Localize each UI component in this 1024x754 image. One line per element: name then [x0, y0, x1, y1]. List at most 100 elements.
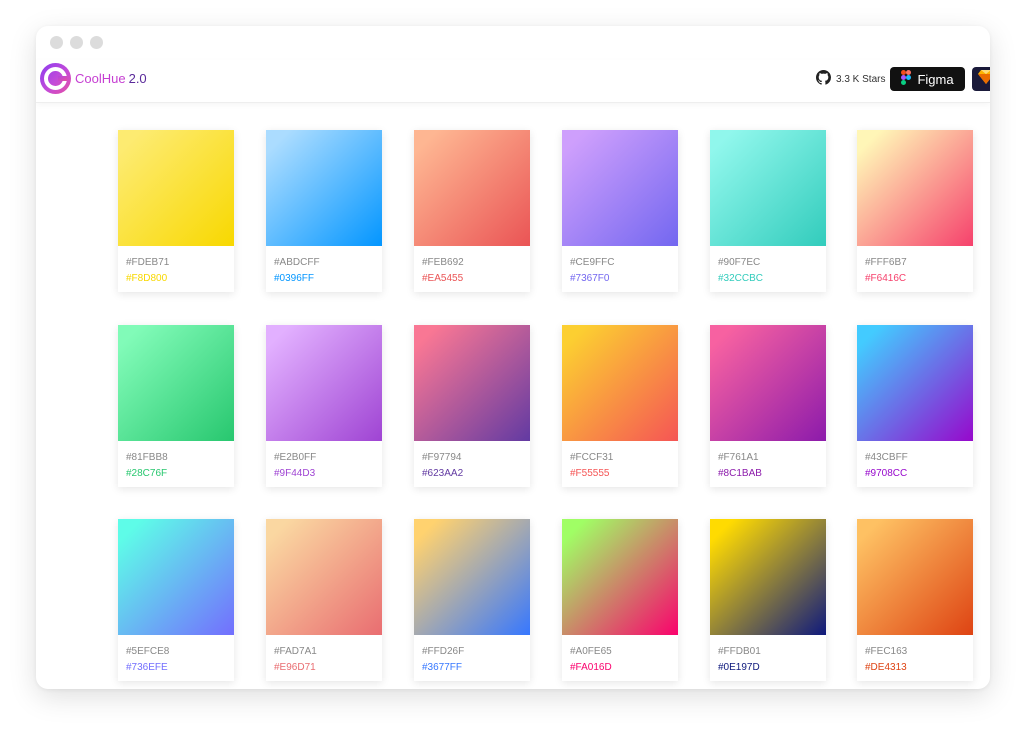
- gradient-codes: #FFDB01 #0E197D: [710, 635, 826, 676]
- gradient-to-code[interactable]: #8C1BAB: [718, 466, 826, 482]
- gradient-card[interactable]: #FCCF31 #F55555: [562, 325, 678, 487]
- gradient-codes: #E2B0FF #9F44D3: [266, 441, 382, 482]
- gradient-card[interactable]: #E2B0FF #9F44D3: [266, 325, 382, 487]
- window-controls: [50, 36, 103, 49]
- gradient-card[interactable]: #5EFCE8 #736EFE: [118, 519, 234, 681]
- gradient-from-code[interactable]: #FFDB01: [718, 644, 826, 660]
- gradient-from-code[interactable]: #E2B0FF: [274, 450, 382, 466]
- gradient-card[interactable]: #F97794 #623AA2: [414, 325, 530, 487]
- gradient-to-code[interactable]: #3677FF: [422, 660, 530, 676]
- gradient-swatch[interactable]: [562, 325, 678, 441]
- gradient-card[interactable]: #43CBFF #9708CC: [857, 325, 973, 487]
- gradient-from-code[interactable]: #43CBFF: [865, 450, 973, 466]
- gradient-swatch[interactable]: [710, 519, 826, 635]
- sketch-icon: [978, 69, 990, 89]
- gradient-to-code[interactable]: #0396FF: [274, 271, 382, 287]
- brand-name: CoolHue: [75, 71, 126, 86]
- app-header: CoolHue 2.0 3.3 K Stars Figma: [36, 60, 990, 103]
- github-icon: [816, 70, 831, 88]
- gradient-swatch[interactable]: [562, 130, 678, 246]
- gradient-from-code[interactable]: #FDEB71: [126, 255, 234, 271]
- gradient-swatch[interactable]: [118, 325, 234, 441]
- gradient-swatch[interactable]: [857, 519, 973, 635]
- gradient-from-code[interactable]: #CE9FFC: [570, 255, 678, 271]
- gradient-codes: #FEC163 #DE4313: [857, 635, 973, 676]
- gradient-to-code[interactable]: #F8D800: [126, 271, 234, 287]
- gradient-from-code[interactable]: #FEC163: [865, 644, 973, 660]
- gradient-codes: #FCCF31 #F55555: [562, 441, 678, 482]
- gradient-card[interactable]: #FFD26F #3677FF: [414, 519, 530, 681]
- gradient-swatch[interactable]: [710, 130, 826, 246]
- gradient-codes: #F97794 #623AA2: [414, 441, 530, 482]
- gradient-to-code[interactable]: #F55555: [570, 466, 678, 482]
- window-maximize-dot[interactable]: [90, 36, 103, 49]
- gradient-codes: #FAD7A1 #E96D71: [266, 635, 382, 676]
- gradient-codes: #ABDCFF #0396FF: [266, 246, 382, 287]
- gradient-from-code[interactable]: #F97794: [422, 450, 530, 466]
- gradient-card[interactable]: #ABDCFF #0396FF: [266, 130, 382, 292]
- figma-button[interactable]: Figma: [890, 67, 965, 91]
- gradient-swatch[interactable]: [118, 130, 234, 246]
- gradient-swatch[interactable]: [266, 325, 382, 441]
- gradient-swatch[interactable]: [562, 519, 678, 635]
- gradient-card[interactable]: #FFDB01 #0E197D: [710, 519, 826, 681]
- gradient-codes: #43CBFF #9708CC: [857, 441, 973, 482]
- gradient-card[interactable]: #FAD7A1 #E96D71: [266, 519, 382, 681]
- gradient-from-code[interactable]: #5EFCE8: [126, 644, 234, 660]
- gradient-from-code[interactable]: #FCCF31: [570, 450, 678, 466]
- gradient-card[interactable]: #FEC163 #DE4313: [857, 519, 973, 681]
- gradient-to-code[interactable]: #F6416C: [865, 271, 973, 287]
- gradient-to-code[interactable]: #7367F0: [570, 271, 678, 287]
- gradient-to-code[interactable]: #0E197D: [718, 660, 826, 676]
- gradient-card[interactable]: #FDEB71 #F8D800: [118, 130, 234, 292]
- gradient-to-code[interactable]: #28C76F: [126, 466, 234, 482]
- gradient-to-code[interactable]: #E96D71: [274, 660, 382, 676]
- gradient-to-code[interactable]: #EA5455: [422, 271, 530, 287]
- gradient-codes: #FFD26F #3677FF: [414, 635, 530, 676]
- gradient-swatch[interactable]: [266, 130, 382, 246]
- gradient-swatch[interactable]: [710, 325, 826, 441]
- gradient-card[interactable]: #FFF6B7 #F6416C: [857, 130, 973, 292]
- gradient-codes: #F761A1 #8C1BAB: [710, 441, 826, 482]
- gradient-swatch[interactable]: [414, 519, 530, 635]
- gradient-codes: #90F7EC #32CCBC: [710, 246, 826, 287]
- gradient-swatch[interactable]: [118, 519, 234, 635]
- gradient-swatch[interactable]: [414, 130, 530, 246]
- brand-logo[interactable]: CoolHue 2.0: [40, 63, 147, 94]
- gradient-to-code[interactable]: #32CCBC: [718, 271, 826, 287]
- gradient-from-code[interactable]: #FAD7A1: [274, 644, 382, 660]
- github-stars-link[interactable]: 3.3 K Stars: [816, 70, 885, 88]
- gradient-card[interactable]: #A0FE65 #FA016D: [562, 519, 678, 681]
- gradient-from-code[interactable]: #90F7EC: [718, 255, 826, 271]
- gradient-from-code[interactable]: #ABDCFF: [274, 255, 382, 271]
- gradient-codes: #FDEB71 #F8D800: [118, 246, 234, 287]
- gradient-swatch[interactable]: [414, 325, 530, 441]
- sketch-button[interactable]: [972, 67, 990, 91]
- gradient-from-code[interactable]: #F761A1: [718, 450, 826, 466]
- gradient-card[interactable]: #FEB692 #EA5455: [414, 130, 530, 292]
- browser-window: CoolHue 2.0 3.3 K Stars Figma #FDEB71 #F…: [36, 26, 990, 689]
- window-close-dot[interactable]: [50, 36, 63, 49]
- window-minimize-dot[interactable]: [70, 36, 83, 49]
- gradient-from-code[interactable]: #FEB692: [422, 255, 530, 271]
- gradient-swatch[interactable]: [266, 519, 382, 635]
- gradient-swatch[interactable]: [857, 325, 973, 441]
- gradient-from-code[interactable]: #FFF6B7: [865, 255, 973, 271]
- gradient-card[interactable]: #81FBB8 #28C76F: [118, 325, 234, 487]
- gradient-swatch[interactable]: [857, 130, 973, 246]
- gradient-to-code[interactable]: #9F44D3: [274, 466, 382, 482]
- gradient-card[interactable]: #90F7EC #32CCBC: [710, 130, 826, 292]
- gradient-to-code[interactable]: #736EFE: [126, 660, 234, 676]
- figma-button-label: Figma: [917, 71, 954, 87]
- gradient-to-code[interactable]: #9708CC: [865, 466, 973, 482]
- gradient-from-code[interactable]: #81FBB8: [126, 450, 234, 466]
- gradient-codes: #5EFCE8 #736EFE: [118, 635, 234, 676]
- gradient-card[interactable]: #CE9FFC #7367F0: [562, 130, 678, 292]
- gradient-to-code[interactable]: #623AA2: [422, 466, 530, 482]
- gradient-from-code[interactable]: #A0FE65: [570, 644, 678, 660]
- gradient-from-code[interactable]: #FFD26F: [422, 644, 530, 660]
- gradient-card[interactable]: #F761A1 #8C1BAB: [710, 325, 826, 487]
- gradient-to-code[interactable]: #FA016D: [570, 660, 678, 676]
- coolhue-logo-icon: [40, 63, 71, 94]
- gradient-to-code[interactable]: #DE4313: [865, 660, 973, 676]
